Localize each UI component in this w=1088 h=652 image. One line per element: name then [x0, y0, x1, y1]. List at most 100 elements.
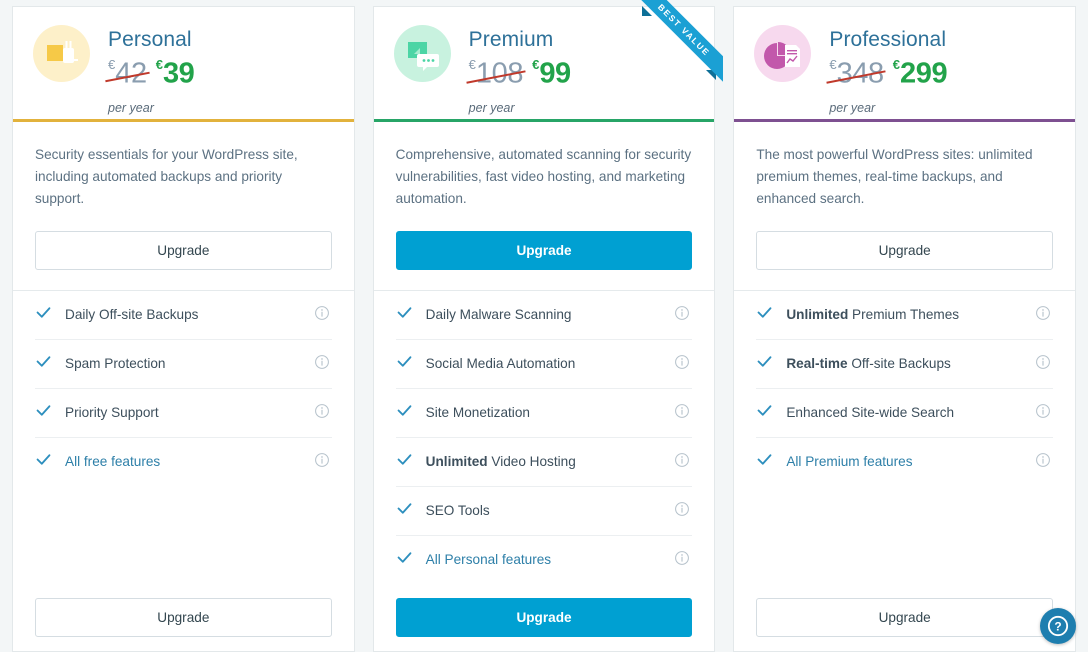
upgrade-button-top[interactable]: Upgrade [395, 231, 693, 270]
original-price: €108 [466, 55, 526, 95]
checkmark-icon [397, 503, 412, 514]
feature-info-icon[interactable] [674, 354, 692, 375]
checkmark-icon [35, 304, 65, 326]
plan-header: Premium €108 €99 per year [374, 7, 715, 119]
plan-header: Professional €348 €299 per year [734, 7, 1075, 119]
checkmark-icon [397, 405, 412, 416]
speech-bubble-icon [407, 42, 439, 71]
checkmark-icon [757, 454, 772, 465]
billing-period: per year [468, 101, 515, 116]
feature-info-icon[interactable] [314, 452, 332, 473]
current-price: €299 [893, 55, 948, 95]
checkmark-icon [36, 307, 51, 318]
feature-row: Social Media Automation [395, 340, 693, 389]
feature-row: Daily Off-site Backups [35, 291, 332, 340]
feature-info-icon[interactable] [674, 501, 692, 522]
info-icon[interactable] [1035, 403, 1051, 419]
plan-description: Comprehensive, automated scanning for se… [395, 147, 692, 206]
checkmark-icon [757, 356, 772, 367]
billing-period: per year [108, 101, 154, 116]
plan-card-premium: BEST VALUE Premium €108 €99 per year Comprehe… [372, 0, 724, 652]
info-icon[interactable] [674, 501, 690, 517]
info-icon[interactable] [674, 452, 690, 468]
info-icon[interactable] [314, 305, 330, 321]
checkmark-icon [35, 353, 65, 375]
original-price: €42 [105, 55, 150, 95]
original-price: €348 [826, 55, 887, 95]
info-icon[interactable] [674, 550, 690, 566]
plan-prices: €42 €39 [105, 55, 195, 95]
plan-prices: €108 €99 [466, 55, 571, 95]
plan-header: Personal €42 €39 per year [13, 7, 354, 119]
svg-text:?: ? [1054, 620, 1061, 634]
feature-label[interactable]: All Personal features [426, 551, 675, 569]
feature-info-icon[interactable] [314, 403, 332, 424]
feature-label: Site Monetization [425, 405, 530, 420]
checkmark-icon [396, 353, 426, 375]
feature-label: Unlimited Video Hosting [425, 454, 576, 469]
feature-label: Daily Off-site Backups [65, 307, 199, 322]
checkmark-icon [396, 549, 426, 571]
plan-card-professional: Professional €348 €299 per year The most pow… [733, 6, 1077, 652]
upgrade-button-bottom[interactable]: Upgrade [395, 598, 693, 637]
info-icon[interactable] [1035, 452, 1051, 468]
info-icon[interactable] [674, 354, 690, 370]
checkmark-icon [756, 304, 786, 326]
feature-info-icon[interactable] [1035, 305, 1053, 326]
checkmark-icon [35, 402, 65, 424]
plan-body: Security essentials for your WordPress s… [13, 122, 354, 290]
plan-footer: Upgrade [13, 598, 354, 651]
feature-row: All Premium features [756, 438, 1053, 486]
feature-label: Social Media Automation [425, 356, 576, 371]
question-mark-icon: ? [1047, 615, 1069, 637]
plan-name: Personal [108, 28, 192, 51]
checkmark-icon [397, 454, 412, 465]
current-price: €39 [156, 55, 195, 95]
info-icon[interactable] [674, 305, 690, 321]
feature-info-icon[interactable] [674, 452, 692, 473]
feature-label[interactable]: All free features [65, 453, 314, 471]
feature-label: Real-time Off-site Backups [786, 356, 951, 371]
upgrade-button-bottom[interactable]: Upgrade [35, 598, 332, 637]
feature-label: SEO Tools [425, 503, 490, 518]
info-icon[interactable] [314, 354, 330, 370]
feature-info-icon[interactable] [1035, 354, 1053, 375]
checkmark-icon [396, 304, 426, 326]
feature-info-icon[interactable] [314, 305, 332, 326]
feature-list: Daily Malware Scanning Social Media Autom… [374, 291, 715, 598]
checkmark-icon [757, 405, 772, 416]
help-button[interactable]: ? [1040, 608, 1076, 644]
info-icon[interactable] [1035, 354, 1051, 370]
feature-info-icon[interactable] [674, 305, 692, 326]
feature-list: Unlimited Premium Themes Real-time Off-si… [734, 291, 1075, 598]
plan-body: The most powerful WordPress sites: unlim… [734, 122, 1075, 290]
info-icon[interactable] [314, 403, 330, 419]
billing-period: per year [829, 101, 876, 116]
currency-symbol: € [468, 57, 476, 72]
info-icon[interactable] [314, 452, 330, 468]
checkmark-icon [35, 451, 65, 473]
currency-symbol: € [155, 57, 163, 72]
checkmark-icon [397, 356, 412, 367]
feature-info-icon[interactable] [314, 354, 332, 375]
upgrade-button-top[interactable]: Upgrade [756, 231, 1054, 270]
upgrade-button-bottom[interactable]: Upgrade [756, 598, 1054, 637]
checkmark-icon [396, 402, 426, 424]
plan-prices: €348 €299 [826, 55, 948, 95]
feature-info-icon[interactable] [1035, 403, 1053, 424]
plan-icon [754, 25, 812, 82]
info-icon[interactable] [674, 403, 690, 419]
info-icon[interactable] [1035, 305, 1051, 321]
feature-row: Real-time Off-site Backups [756, 340, 1054, 389]
plan-card-personal: Personal €42 €39 per year Security essential… [12, 6, 355, 652]
feature-info-icon[interactable] [1035, 452, 1053, 473]
feature-info-icon[interactable] [674, 403, 692, 424]
upgrade-button-top[interactable]: Upgrade [35, 231, 332, 270]
feature-label[interactable]: All Premium features [786, 453, 1035, 471]
feature-row: All free features [35, 438, 332, 486]
feature-info-icon[interactable] [674, 550, 692, 571]
checkmark-icon [396, 451, 426, 473]
feature-row: Enhanced Site-wide Search [756, 389, 1054, 438]
feature-list: Daily Off-site Backups Spam Protection Pri… [13, 291, 354, 598]
feature-label: Unlimited Premium Themes [786, 307, 960, 322]
